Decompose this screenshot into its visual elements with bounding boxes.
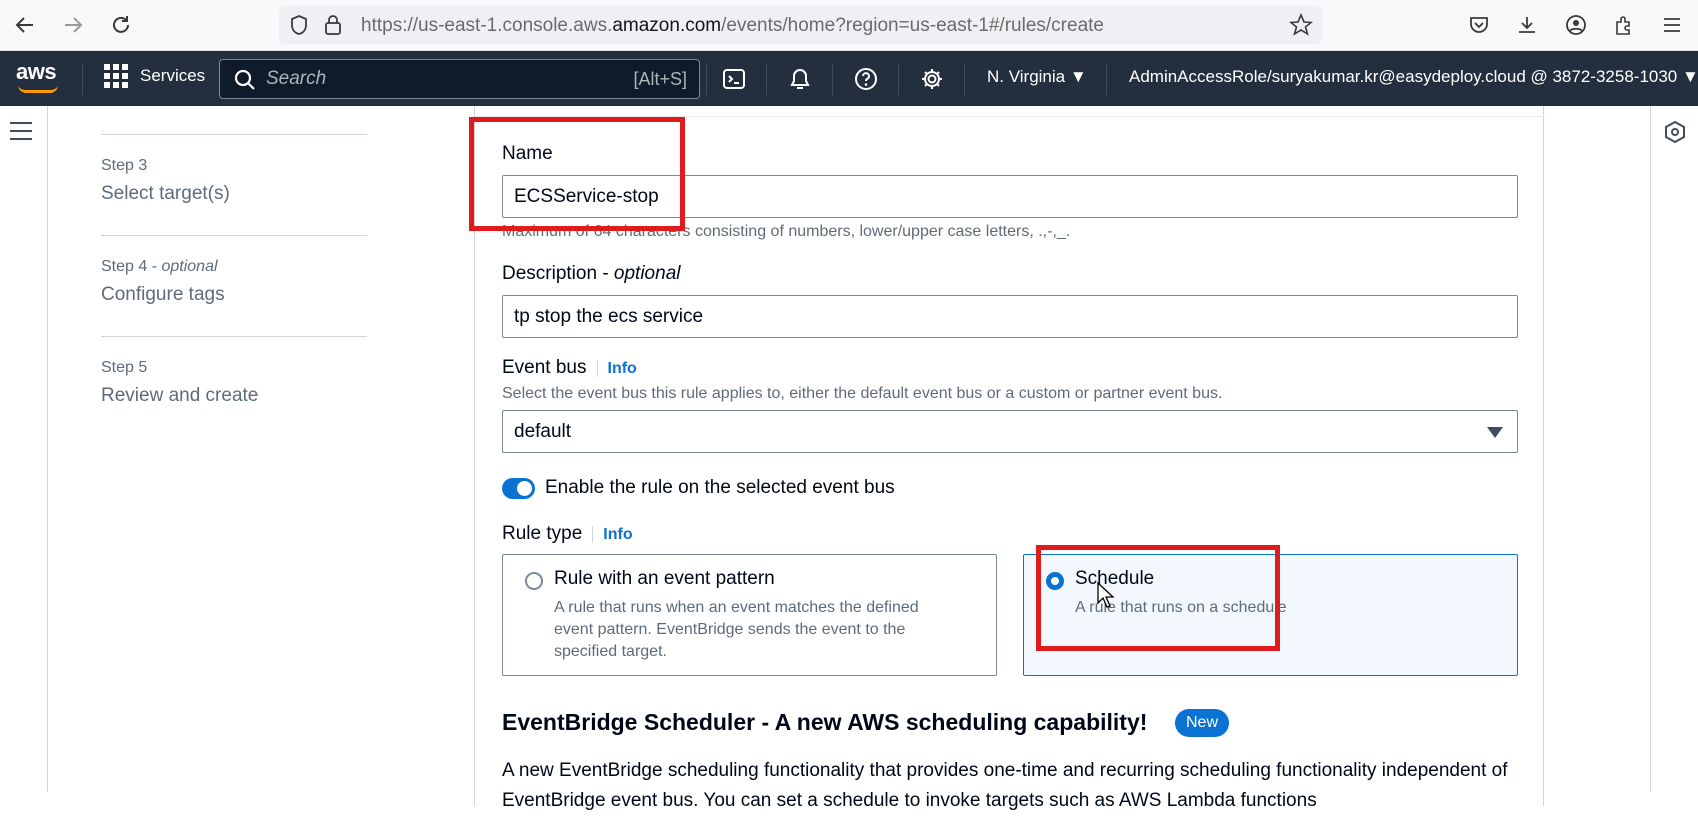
search-shortcut-hint: [Alt+S] bbox=[633, 69, 687, 89]
url-prefix: https://us-east-1.console.aws. bbox=[361, 15, 613, 36]
step-number-text: Step 4 - bbox=[101, 258, 162, 275]
pocket-icon[interactable] bbox=[1466, 12, 1492, 38]
chevron-down-icon: ▼ bbox=[1069, 67, 1087, 86]
description-optional-text: optional bbox=[613, 263, 681, 284]
shield-icon[interactable] bbox=[289, 14, 309, 41]
rule-type-label: Rule type Info bbox=[502, 523, 633, 545]
search-box[interactable]: [Alt+S] bbox=[219, 59, 700, 99]
services-label: Services bbox=[140, 66, 206, 85]
event-bus-value: default bbox=[514, 421, 572, 442]
account-menu[interactable]: AdminAccessRole/suryakumar.kr@easydeploy… bbox=[1129, 67, 1698, 87]
nav-divider bbox=[766, 63, 767, 95]
settings-gear-icon[interactable] bbox=[918, 65, 946, 93]
reload-icon[interactable] bbox=[108, 12, 134, 38]
event-pattern-radio[interactable] bbox=[525, 572, 543, 590]
nav-divider bbox=[706, 63, 707, 95]
step-title: Review and create bbox=[101, 385, 259, 406]
event-bus-label-text: Event bus bbox=[502, 357, 587, 378]
extensions-icon[interactable] bbox=[1611, 12, 1637, 38]
mouse-cursor-icon bbox=[1097, 581, 1115, 613]
side-nav-rail bbox=[0, 106, 48, 792]
browser-toolbar: https://us-east-1.console.aws.amazon.com… bbox=[0, 0, 1698, 51]
rule-type-event-pattern-tile[interactable]: Rule with an event pattern A rule that r… bbox=[502, 554, 997, 676]
step-optional-text: optional bbox=[161, 258, 218, 275]
description-label-text: Description - bbox=[502, 263, 614, 284]
enable-rule-label: Enable the rule on the selected event bu… bbox=[545, 477, 895, 498]
search-icon bbox=[234, 69, 256, 96]
bookmark-star-icon[interactable] bbox=[1288, 12, 1314, 42]
step-title: Select target(s) bbox=[101, 183, 230, 204]
address-bar[interactable]: https://us-east-1.console.aws.amazon.com… bbox=[279, 6, 1322, 44]
tools-panel-icon[interactable] bbox=[1663, 120, 1687, 149]
region-selector[interactable]: N. Virginia ▼ bbox=[987, 67, 1087, 87]
account-label: AdminAccessRole/suryakumar.kr@easydeploy… bbox=[1129, 67, 1678, 86]
new-badge: New bbox=[1175, 709, 1230, 737]
event-bus-select[interactable]: default bbox=[502, 410, 1518, 453]
scheduler-paragraph: A new EventBridge scheduling functionali… bbox=[502, 760, 1508, 811]
step-title: Configure tags bbox=[101, 284, 225, 305]
services-menu-button[interactable]: Services bbox=[104, 64, 205, 88]
download-icon[interactable] bbox=[1514, 12, 1540, 38]
toggle-knob bbox=[517, 481, 532, 496]
nav-divider bbox=[832, 63, 833, 95]
cloudshell-icon[interactable] bbox=[720, 65, 748, 93]
forward-icon[interactable] bbox=[60, 12, 86, 38]
account-icon[interactable] bbox=[1563, 12, 1589, 38]
notifications-bell-icon[interactable] bbox=[786, 65, 814, 93]
step-number: Step 4 - optional bbox=[101, 258, 367, 276]
tile-description: A rule that runs when an event matches t… bbox=[554, 599, 919, 660]
tile-title: Rule with an event pattern bbox=[554, 568, 775, 589]
url-suffix: /events/home?region=us-east-1#/rules/cre… bbox=[721, 15, 1104, 36]
event-bus-info-link[interactable]: Info bbox=[596, 360, 637, 377]
wizard-step-5[interactable]: Step 5 Review and create bbox=[101, 337, 367, 437]
back-icon[interactable] bbox=[12, 12, 38, 38]
services-grid-icon bbox=[104, 64, 128, 88]
tools-rail bbox=[1650, 106, 1698, 792]
nav-divider bbox=[82, 63, 83, 95]
caret-down-icon bbox=[1487, 427, 1503, 438]
step-number: Step 5 bbox=[101, 359, 148, 376]
region-label: N. Virginia bbox=[987, 67, 1066, 86]
chevron-down-icon: ▼ bbox=[1682, 67, 1698, 86]
step-number: Step 3 bbox=[101, 157, 148, 174]
event-bus-hint: Select the event bus this rule applies t… bbox=[502, 385, 1223, 402]
url-text[interactable]: https://us-east-1.console.aws.amazon.com… bbox=[361, 15, 1104, 37]
wizard-steps: Step 3 Select target(s) Step 4 - optiona… bbox=[101, 106, 367, 437]
lock-icon[interactable] bbox=[323, 13, 343, 42]
url-domain: amazon.com bbox=[612, 15, 722, 36]
annotation-box-schedule bbox=[1036, 545, 1280, 651]
description-label: Description - optional bbox=[502, 263, 680, 285]
rule-type-info-link[interactable]: Info bbox=[592, 526, 633, 543]
nav-divider bbox=[964, 63, 965, 95]
nav-divider bbox=[1106, 63, 1107, 95]
aws-top-nav: aws Services [Alt+S] N. Virginia ▼ Admin… bbox=[0, 51, 1698, 106]
browser-menu-icon[interactable] bbox=[1659, 12, 1685, 38]
nav-divider bbox=[898, 63, 899, 95]
search-input[interactable] bbox=[266, 66, 606, 92]
scheduler-heading: EventBridge Scheduler - A new AWS schedu… bbox=[502, 709, 1148, 735]
annotation-box-name bbox=[469, 117, 685, 231]
wizard-step-4[interactable]: Step 4 - optional Configure tags bbox=[101, 236, 367, 336]
hamburger-menu-icon[interactable] bbox=[10, 122, 32, 146]
enable-rule-toggle[interactable] bbox=[502, 478, 535, 499]
event-bus-label: Event bus Info bbox=[502, 357, 637, 379]
aws-logo[interactable]: aws bbox=[16, 59, 57, 85]
description-input[interactable] bbox=[502, 295, 1518, 338]
wizard-step-3[interactable]: Step 3 Select target(s) bbox=[101, 135, 367, 235]
rule-type-label-text: Rule type bbox=[502, 523, 583, 544]
aws-smile-icon bbox=[18, 85, 58, 93]
help-icon[interactable] bbox=[852, 65, 880, 93]
